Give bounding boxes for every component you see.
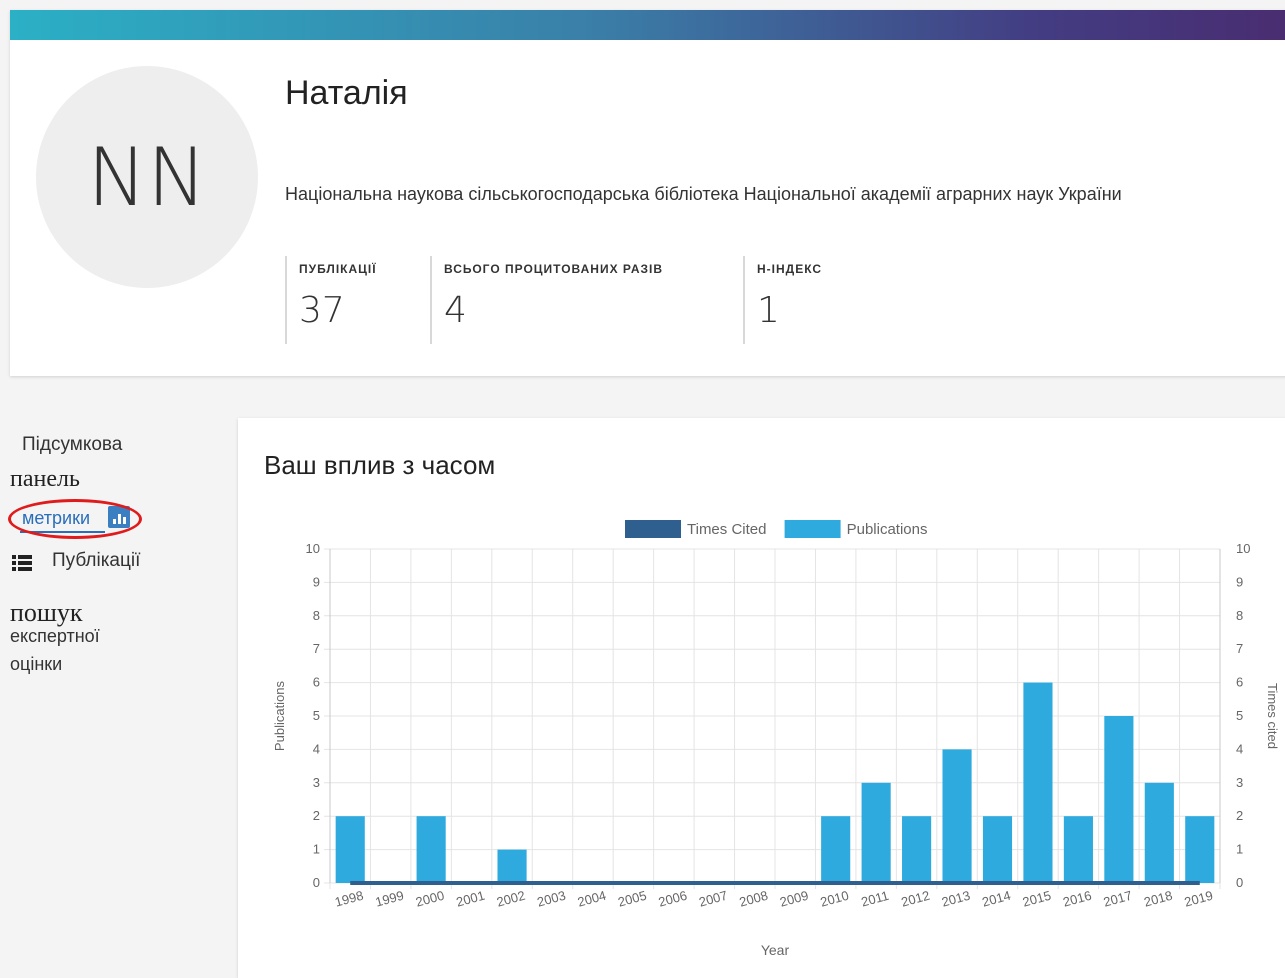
x-tick-label: 2014 [980,888,1012,910]
x-tick-label: 2015 [1021,888,1053,910]
metric-label: ПУБЛІКАЦІЇ [299,262,377,276]
bar-publications [821,816,851,883]
legend-swatch [625,520,681,538]
x-axis-title: Year [761,942,790,958]
x-tick-label: 2004 [576,888,608,910]
avatar: NN [36,66,258,288]
x-tick-label: 2013 [940,888,972,910]
x-tick-label: 2011 [860,888,891,910]
sidebar-item-summary-label[interactable]: Підсумкова [22,434,122,456]
y-tick-label: 5 [313,708,320,723]
y2-tick-label: 3 [1236,775,1243,790]
bar-publications [1185,816,1215,883]
sidebar-item-search[interactable]: пошук [10,598,83,628]
sidebar-item-peer-review[interactable]: експертної [10,626,100,647]
y2-tick-label: 2 [1236,808,1243,823]
y-axis-title: Publications [272,680,287,751]
y2-tick-label: 4 [1236,741,1243,756]
y-tick-label: 4 [313,741,320,756]
y-tick-label: 10 [306,541,320,556]
y2-tick-label: 6 [1236,675,1243,690]
metric-label: ВСЬОГО ПРОЦИТОВАНИХ РАЗІВ [444,262,664,276]
y-tick-label: 8 [313,608,320,623]
impact-chart-card: Ваш вплив з часом 0 0 1 1 2 2 3 3 4 4 5 5 6 6 7 7 8 8 9 9 10… [238,418,1285,978]
y-tick-label: 3 [313,775,320,790]
impact-chart: 0 0 1 1 2 2 3 3 4 4 5 5 6 6 7 7 8 8 9 9 10 10 1998 1999 2000 2001… [272,520,1280,958]
x-tick-label: 2000 [414,888,446,910]
y2-tick-label: 5 [1236,708,1243,723]
header-gradient-bar [10,10,1285,40]
metric-label: H-ІНДЕКС [757,262,823,276]
bar-publications [902,816,932,883]
x-tick-label: 2012 [900,888,932,910]
x-tick-label: 2003 [535,888,567,910]
x-tick-label: 2010 [819,888,851,910]
x-tick-label: 1998 [333,888,365,910]
bar-publications [1104,716,1134,883]
x-tick-label: 1999 [374,888,406,910]
y-tick-label: 6 [313,675,320,690]
metric-publications: ПУБЛІКАЦІЇ 37 [285,256,429,344]
x-tick-label: 2008 [738,888,770,910]
highlight-annotation-oval [8,499,142,539]
profile-name: Наталія [285,74,408,112]
y-tick-label: 7 [313,641,320,656]
x-tick-label: 2007 [697,888,729,910]
legend-swatch [784,520,841,538]
y-tick-label: 2 [313,808,320,823]
x-tick-label: 2018 [1142,888,1174,910]
y-tick-label: 9 [313,574,320,589]
legend-label: Publications [847,521,928,538]
y2-axis-title: Times cited [1265,683,1280,749]
y2-tick-label: 7 [1236,641,1243,656]
bar-publications [1023,682,1053,883]
bar-publications [1063,816,1093,883]
y2-tick-label: 0 [1236,875,1243,890]
x-tick-label: 2005 [616,888,648,910]
profile-card: NN Наталія Національна наукова сільськог… [10,10,1285,376]
sidebar-item-summary-panel[interactable]: панель [10,466,80,493]
bar-publications [1144,782,1174,883]
x-tick-label: 2002 [495,888,527,910]
y2-tick-label: 1 [1236,842,1243,857]
x-tick-label: 2017 [1102,888,1134,910]
list-icon [12,555,32,571]
x-tick-label: 2019 [1183,888,1215,910]
y2-tick-label: 9 [1236,574,1243,589]
x-tick-label: 2001 [455,888,487,910]
metric-times-cited: ВСЬОГО ПРОЦИТОВАНИХ РАЗІВ 4 [430,256,744,344]
metric-value: 37 [299,290,345,331]
y2-tick-label: 8 [1236,608,1243,623]
x-tick-label: 2016 [1061,888,1093,910]
bar-publications [942,749,972,883]
sidebar-item-peer-review-2[interactable]: оцінки [10,654,62,675]
bar-publications [416,816,446,883]
bar-publications [335,816,365,883]
bar-publications [982,816,1013,883]
x-tick-label: 2006 [657,888,689,910]
metric-value: 4 [444,290,467,331]
y-tick-label: 1 [313,842,320,857]
bar-publications [497,849,527,883]
y2-tick-label: 10 [1236,541,1250,556]
metric-value: 1 [757,290,780,331]
y-tick-label: 0 [313,875,320,890]
metric-h-index: H-ІНДЕКС 1 [743,256,957,344]
profile-affiliation: Національна наукова сільськогосподарська… [285,184,1122,204]
bar-publications [861,782,891,883]
sidebar-item-publications[interactable]: Публікації [52,550,140,572]
legend-label: Times Cited [687,521,766,538]
x-tick-label: 2009 [778,888,810,910]
